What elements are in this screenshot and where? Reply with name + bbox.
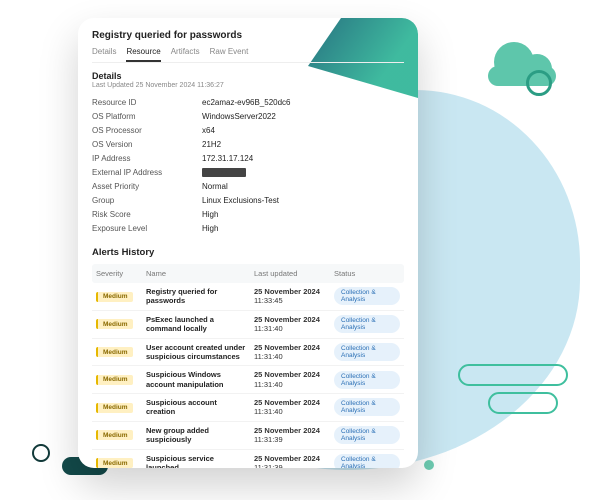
severity-badge: Medium: [96, 430, 133, 440]
decor-pill-group: [458, 364, 568, 414]
cell-severity: Medium: [96, 402, 146, 413]
severity-badge: Medium: [96, 319, 133, 329]
cell-name: Suspicious service launched: [146, 454, 254, 469]
field-key: IP Address: [92, 154, 202, 163]
status-pill[interactable]: Collection & Analysis: [334, 426, 400, 444]
col-name: Name: [146, 269, 254, 278]
field-value: xx: [202, 168, 246, 177]
cell-name: Suspicious account creation: [146, 398, 254, 417]
field-row: Asset PriorityNormal: [92, 179, 404, 193]
severity-badge: Medium: [96, 292, 133, 302]
table-row[interactable]: Medium PsExec launched a command locally2…: [92, 311, 404, 339]
cell-severity: Medium: [96, 319, 146, 330]
col-status: Status: [334, 269, 400, 278]
decor-circle-outline: [32, 444, 50, 462]
cell-updated: 25 November 202411:31:40: [254, 315, 334, 334]
tab-artifacts[interactable]: Artifacts: [171, 47, 200, 62]
cell-status: Collection & Analysis: [334, 315, 400, 333]
status-pill[interactable]: Collection & Analysis: [334, 454, 400, 468]
field-key: External IP Address: [92, 168, 202, 177]
panel-title: Registry queried for passwords: [92, 30, 404, 41]
table-row[interactable]: Medium Suspicious Windows account manipul…: [92, 366, 404, 394]
field-row: IP Address172.31.17.124: [92, 151, 404, 165]
field-row: OS PlatformWindowsServer2022: [92, 109, 404, 123]
field-key: Exposure Level: [92, 224, 202, 233]
cell-name: User account created under suspicious ci…: [146, 343, 254, 362]
cell-updated: 25 November 202411:31:40: [254, 398, 334, 417]
alerts-history-header: Alerts History: [92, 247, 404, 258]
cloud-icon: [484, 42, 562, 86]
field-row: GroupLinux Exclusions-Test: [92, 193, 404, 207]
cell-name: Suspicious Windows account manipulation: [146, 370, 254, 389]
detail-panel: Registry queried for passwords Details R…: [78, 18, 418, 468]
field-value: Linux Exclusions-Test: [202, 196, 279, 205]
field-row: Risk ScoreHigh: [92, 207, 404, 221]
severity-badge: Medium: [96, 403, 133, 413]
col-updated: Last updated: [254, 269, 334, 278]
field-value: High: [202, 224, 218, 233]
status-pill[interactable]: Collection & Analysis: [334, 287, 400, 305]
tab-raw-event[interactable]: Raw Event: [210, 47, 249, 62]
decor-dot: [424, 460, 434, 470]
cell-status: Collection & Analysis: [334, 454, 400, 468]
cell-name: PsExec launched a command locally: [146, 315, 254, 334]
field-key: Group: [92, 196, 202, 205]
cell-severity: Medium: [96, 291, 146, 302]
cell-status: Collection & Analysis: [334, 343, 400, 361]
field-row: OS Processorx64: [92, 123, 404, 137]
field-value: WindowsServer2022: [202, 112, 276, 121]
cell-status: Collection & Analysis: [334, 398, 400, 416]
cell-updated: 25 November 202411:31:40: [254, 343, 334, 362]
cell-updated: 25 November 202411:31:39: [254, 454, 334, 469]
field-key: Resource ID: [92, 98, 202, 107]
last-updated-label: Last Updated 25 November 2024 11:36:27: [92, 82, 404, 89]
table-row[interactable]: Medium User account created under suspici…: [92, 339, 404, 367]
severity-badge: Medium: [96, 458, 133, 468]
cell-status: Collection & Analysis: [334, 371, 400, 389]
tab-bar: Details Resource Artifacts Raw Event: [92, 47, 404, 63]
cell-updated: 25 November 202411:31:39: [254, 426, 334, 445]
table-row[interactable]: Medium Registry queried for passwords25 N…: [92, 283, 404, 311]
cell-status: Collection & Analysis: [334, 426, 400, 444]
status-pill[interactable]: Collection & Analysis: [334, 398, 400, 416]
alerts-table-body: MediumRegistry queried for passwords25 N…: [92, 283, 404, 468]
field-row: Resource IDec2amaz-ev96B_520dc6: [92, 95, 404, 109]
field-value: Normal: [202, 182, 228, 191]
cell-severity: Medium: [96, 374, 146, 385]
cell-severity: Medium: [96, 430, 146, 441]
tab-details[interactable]: Details: [92, 47, 116, 62]
field-row: External IP Addressxx: [92, 165, 404, 179]
alerts-table-header: Severity Name Last updated Status: [92, 264, 404, 283]
field-key: OS Version: [92, 140, 202, 149]
col-severity: Severity: [96, 269, 146, 278]
field-value: x64: [202, 126, 215, 135]
severity-badge: Medium: [96, 375, 133, 385]
tab-resource[interactable]: Resource: [126, 47, 160, 62]
cell-name: Registry queried for passwords: [146, 287, 254, 306]
status-pill[interactable]: Collection & Analysis: [334, 343, 400, 361]
cell-status: Collection & Analysis: [334, 287, 400, 305]
cell-updated: 25 November 202411:31:40: [254, 370, 334, 389]
cell-severity: Medium: [96, 458, 146, 468]
field-value: 172.31.17.124: [202, 154, 253, 163]
status-pill[interactable]: Collection & Analysis: [334, 371, 400, 389]
table-row[interactable]: Medium Suspicious service launched25 Nove…: [92, 450, 404, 469]
field-key: OS Platform: [92, 112, 202, 121]
resource-fields: Resource IDec2amaz-ev96B_520dc6OS Platfo…: [92, 95, 404, 235]
table-row[interactable]: Medium Suspicious account creation25 Nove…: [92, 394, 404, 422]
field-row: Exposure LevelHigh: [92, 221, 404, 235]
field-value: High: [202, 210, 218, 219]
table-row[interactable]: Medium New group added suspiciously25 Nov…: [92, 422, 404, 450]
cell-name: New group added suspiciously: [146, 426, 254, 445]
field-value: 21H2: [202, 140, 221, 149]
status-pill[interactable]: Collection & Analysis: [334, 315, 400, 333]
field-key: Risk Score: [92, 210, 202, 219]
field-row: OS Version21H2: [92, 137, 404, 151]
severity-badge: Medium: [96, 347, 133, 357]
field-value: ec2amaz-ev96B_520dc6: [202, 98, 291, 107]
field-key: OS Processor: [92, 126, 202, 135]
cell-updated: 25 November 202411:33:45: [254, 287, 334, 306]
cell-severity: Medium: [96, 347, 146, 358]
field-key: Asset Priority: [92, 182, 202, 191]
